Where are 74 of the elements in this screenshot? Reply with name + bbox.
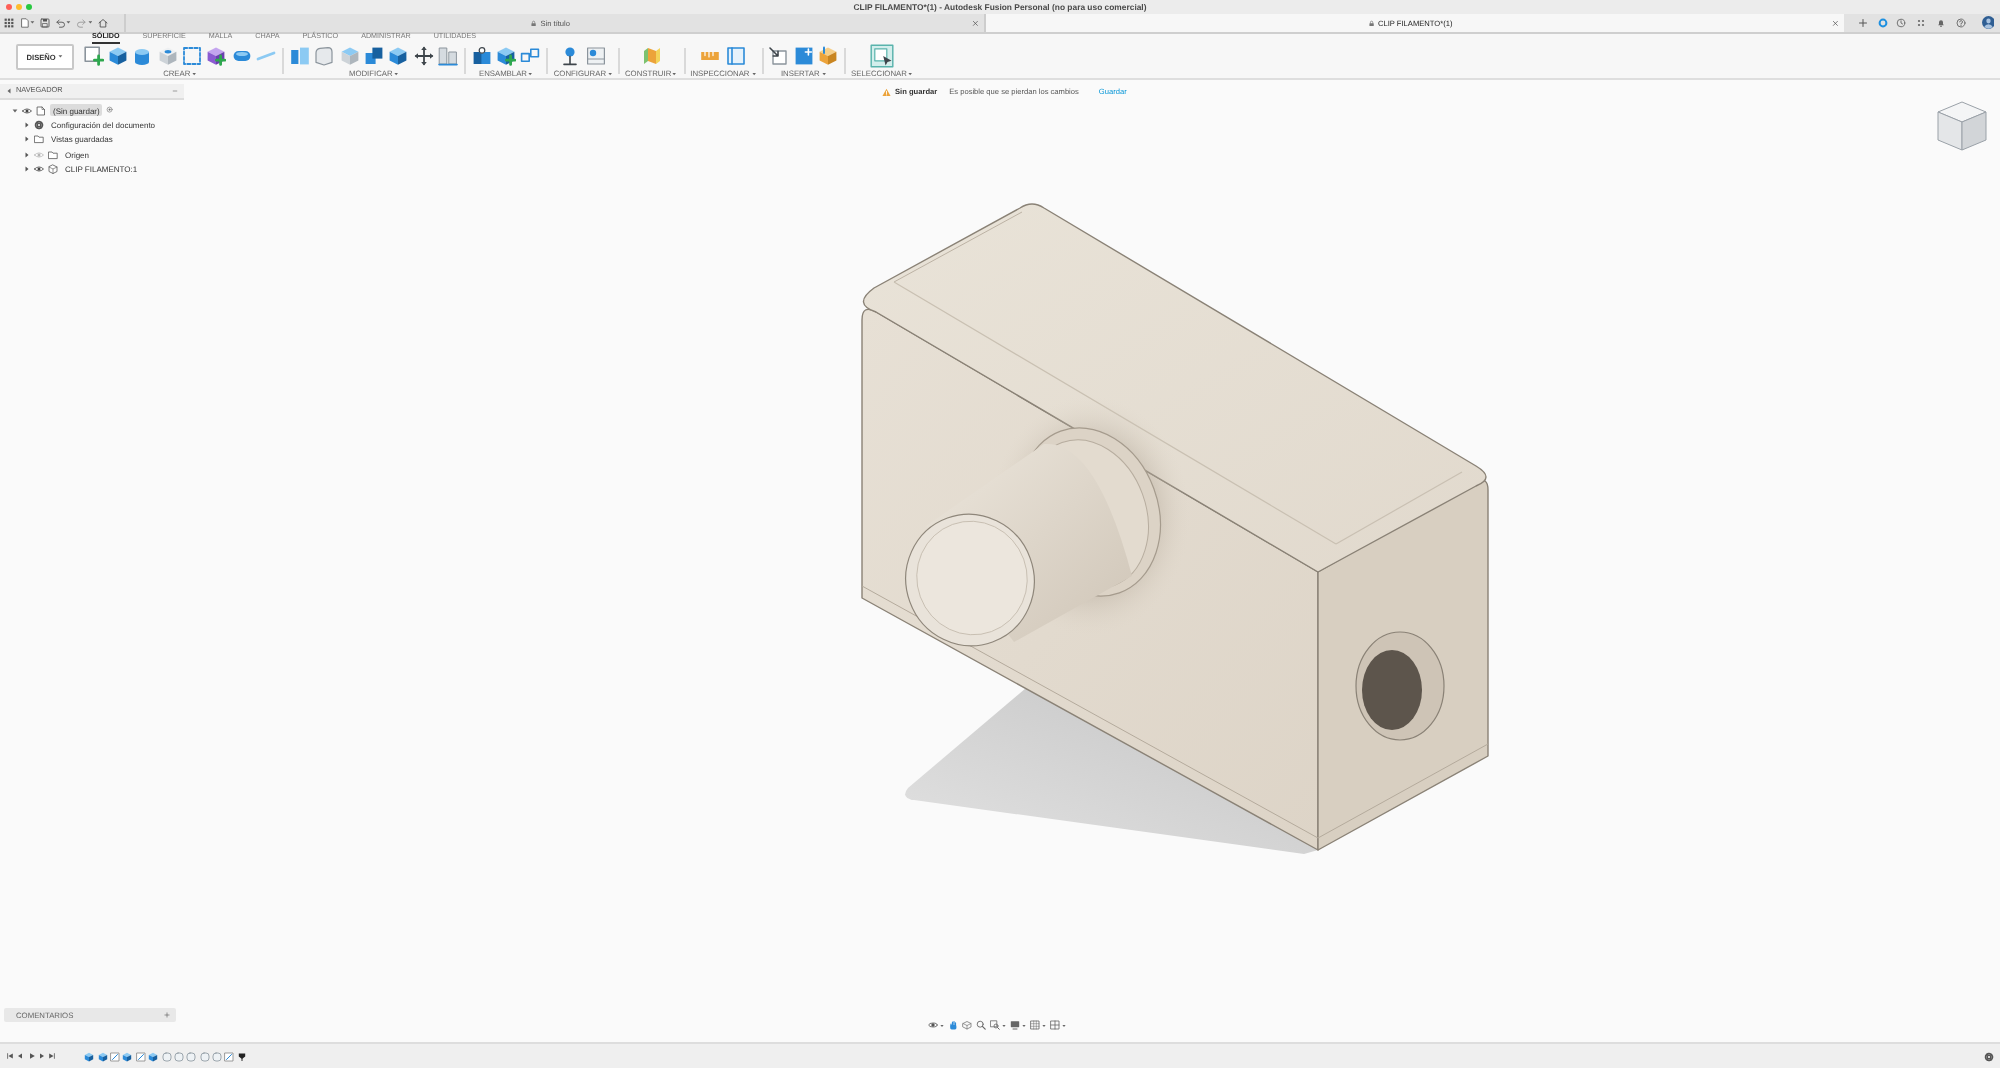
sketch-square-icon[interactable] bbox=[224, 1051, 235, 1061]
ring-icon[interactable] bbox=[1877, 18, 1888, 28]
caret-icon[interactable] bbox=[66, 20, 72, 26]
app-grid-icon[interactable] bbox=[4, 18, 14, 28]
step-forward-icon[interactable] bbox=[37, 1052, 46, 1060]
caret-right-icon[interactable] bbox=[24, 121, 30, 128]
user-avatar[interactable] bbox=[1981, 16, 1994, 30]
joint-icon[interactable] bbox=[471, 46, 492, 67]
insert-icon[interactable] bbox=[768, 46, 789, 67]
plus-icon[interactable] bbox=[1857, 18, 1868, 28]
rounded-square-icon[interactable] bbox=[186, 1051, 197, 1061]
pill-icon[interactable] bbox=[231, 46, 252, 67]
close-icon[interactable] bbox=[971, 19, 979, 27]
select-icon[interactable] bbox=[869, 44, 894, 69]
undo-icon[interactable] bbox=[55, 18, 66, 28]
grid-icon[interactable] bbox=[1030, 1020, 1040, 1030]
document-icon bbox=[36, 105, 46, 116]
package-icon[interactable] bbox=[818, 46, 839, 67]
warning-icon bbox=[882, 87, 891, 96]
cube-icon[interactable] bbox=[122, 1051, 133, 1061]
settings-icon[interactable] bbox=[1984, 1051, 1994, 1061]
cylinder-icon[interactable] bbox=[132, 46, 153, 67]
rounded-square-icon[interactable] bbox=[199, 1051, 210, 1061]
pin-icon[interactable] bbox=[560, 46, 581, 67]
skip-back-icon[interactable] bbox=[6, 1052, 14, 1060]
skip-forward-icon[interactable] bbox=[48, 1052, 57, 1060]
section-icon[interactable] bbox=[725, 46, 746, 67]
cube-icon[interactable] bbox=[388, 46, 409, 67]
move-icon[interactable] bbox=[413, 46, 434, 67]
close-icon[interactable] bbox=[1831, 19, 1839, 27]
plane-icon[interactable] bbox=[641, 46, 662, 67]
display-icon[interactable] bbox=[1010, 1020, 1020, 1030]
hand-icon[interactable] bbox=[948, 1020, 958, 1030]
cube-hole-icon[interactable] bbox=[157, 46, 178, 67]
cube-outline-icon bbox=[48, 163, 58, 174]
zoom-icon[interactable] bbox=[976, 1020, 986, 1030]
plus-icon[interactable] bbox=[164, 1011, 170, 1018]
cube-outline-icon[interactable] bbox=[962, 1020, 972, 1030]
rounded-square-icon[interactable] bbox=[173, 1051, 184, 1061]
dashed-square-icon[interactable] bbox=[182, 46, 203, 67]
radio-icon[interactable] bbox=[106, 106, 114, 114]
help-icon[interactable] bbox=[1955, 18, 1966, 28]
eye-icon[interactable] bbox=[22, 105, 32, 116]
viewports-icon[interactable] bbox=[1050, 1020, 1060, 1030]
clock-icon[interactable] bbox=[1896, 18, 1907, 28]
stacked-cubes-icon[interactable] bbox=[363, 46, 384, 67]
step-back-icon[interactable] bbox=[16, 1052, 25, 1060]
bell-icon[interactable] bbox=[1935, 18, 1946, 28]
lock-icon bbox=[1367, 19, 1375, 27]
caret-right-icon[interactable] bbox=[24, 136, 30, 143]
cube-icon[interactable] bbox=[148, 1051, 159, 1061]
caret-right-icon[interactable] bbox=[24, 151, 30, 158]
rounded-square-icon[interactable] bbox=[212, 1051, 223, 1061]
lock-icon bbox=[530, 19, 538, 27]
orbit-icon[interactable] bbox=[928, 1020, 938, 1030]
save-icon[interactable] bbox=[40, 18, 51, 28]
close-window-icon[interactable] bbox=[6, 3, 13, 11]
gear-icon bbox=[34, 119, 44, 130]
squares-icon[interactable] bbox=[520, 46, 541, 67]
eye-icon[interactable] bbox=[34, 163, 44, 174]
home-icon[interactable] bbox=[97, 18, 108, 28]
caret-icon[interactable] bbox=[30, 20, 36, 26]
zoom-window-icon[interactable] bbox=[990, 1020, 1000, 1030]
sketch-square-icon[interactable] bbox=[135, 1051, 146, 1061]
sketch-square-icon[interactable] bbox=[109, 1051, 120, 1061]
cube-plus-icon[interactable] bbox=[495, 46, 516, 67]
bars-icon[interactable] bbox=[289, 46, 310, 67]
cube-icon[interactable] bbox=[107, 46, 128, 67]
cube-plus-icon[interactable] bbox=[206, 46, 227, 67]
caret-right-icon[interactable] bbox=[24, 165, 30, 172]
sketch-plus-icon[interactable] bbox=[83, 46, 103, 67]
caret-icon[interactable] bbox=[87, 20, 93, 26]
file-icon[interactable] bbox=[19, 18, 30, 28]
rounded-cube-icon[interactable] bbox=[314, 46, 335, 67]
